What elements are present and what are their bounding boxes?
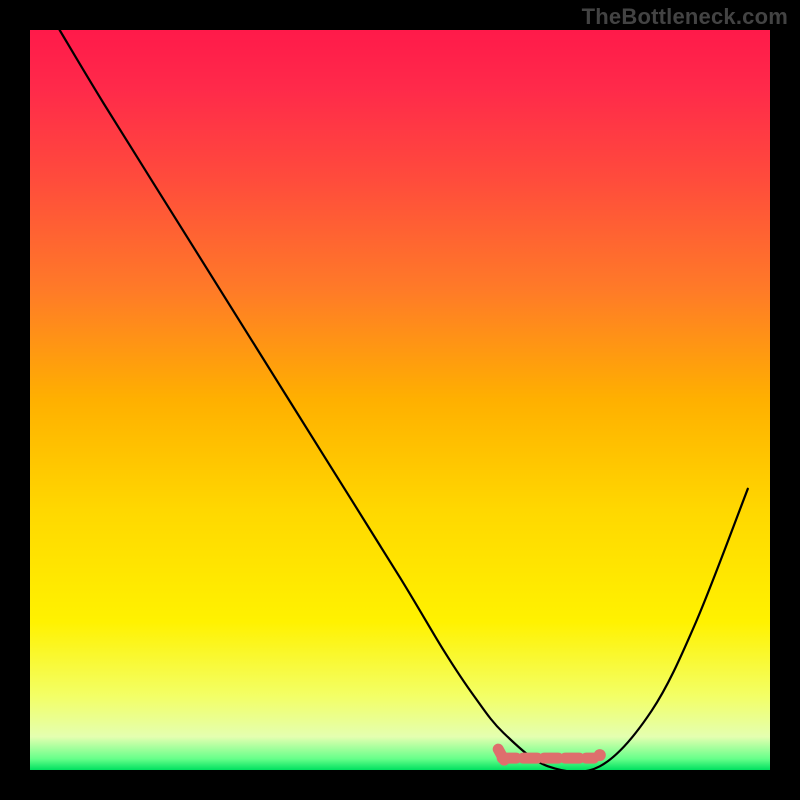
watermark-text: TheBottleneck.com bbox=[582, 4, 788, 30]
bottleneck-chart bbox=[0, 0, 800, 800]
chart-frame: TheBottleneck.com bbox=[0, 0, 800, 800]
plot-background bbox=[30, 30, 770, 770]
